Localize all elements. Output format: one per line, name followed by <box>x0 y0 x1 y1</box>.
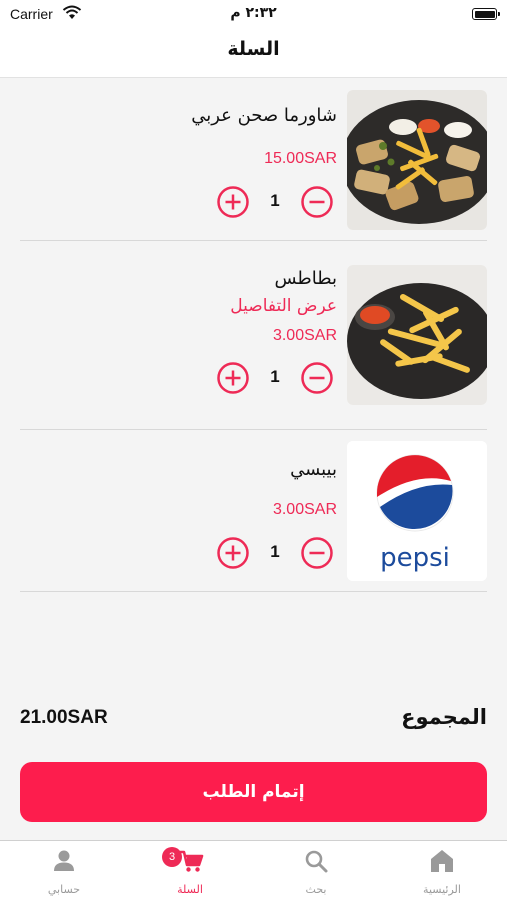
plus-icon[interactable] <box>216 361 250 395</box>
quantity-value: 1 <box>270 542 280 561</box>
item-price: 3.00SAR <box>272 327 337 344</box>
quantity-value: 1 <box>270 191 280 210</box>
minus-icon[interactable] <box>300 536 334 570</box>
tab-search[interactable]: بحث <box>253 841 379 900</box>
cart-item: شاورما صحن عربي 15.00SAR 1 <box>20 79 487 241</box>
item-name: شاورما صحن عربي <box>191 105 337 126</box>
cart-icon <box>180 850 204 872</box>
fries-image <box>347 265 487 405</box>
navigation-bar: السلة <box>0 28 507 78</box>
item-price: 3.00SAR <box>272 501 337 518</box>
minus-icon[interactable] <box>300 185 334 219</box>
tab-label: السلة <box>177 883 203 896</box>
tab-account[interactable]: حسابي <box>1 841 127 900</box>
total-row: المجموع 21.00SAR <box>20 703 487 739</box>
quantity-stepper: 1 <box>216 536 334 570</box>
quantity-value: 1 <box>270 367 280 386</box>
cart-item: pepsi بيبسي 3.00SAR 1 <box>20 430 487 592</box>
clock: ٢:٣٢ م <box>230 5 277 21</box>
item-price: 15.00SAR <box>264 150 337 167</box>
quantity-stepper: 1 <box>216 361 334 395</box>
tab-home[interactable]: الرئيسية <box>379 841 505 900</box>
total-value: 21.00SAR <box>20 707 108 728</box>
home-icon <box>431 850 453 872</box>
cart-item: بطاطس عرض التفاصيل 3.00SAR 1 <box>20 241 487 430</box>
tab-cart[interactable]: 3 السلة <box>127 841 253 900</box>
cart-count-badge: 3 <box>162 847 182 867</box>
quantity-stepper: 1 <box>216 185 334 219</box>
view-details-link[interactable]: عرض التفاصيل <box>230 296 337 316</box>
battery-icon <box>472 8 500 20</box>
plus-icon[interactable] <box>216 185 250 219</box>
item-name: بيبسي <box>290 459 337 480</box>
tab-label: الرئيسية <box>423 883 461 896</box>
person-icon <box>54 850 74 871</box>
item-info: بطاطس عرض التفاصيل 3.00SAR <box>20 241 337 429</box>
minus-icon[interactable] <box>300 361 334 395</box>
checkout-button[interactable]: إتمام الطلب <box>20 762 487 822</box>
page-title: السلة <box>227 38 280 60</box>
item-name: بطاطس <box>274 268 337 289</box>
plus-icon[interactable] <box>216 536 250 570</box>
tab-bar: حسابي 3 السلة بحث الرئيسية <box>0 840 507 900</box>
tab-label: بحث <box>305 883 327 896</box>
shawarma-plate-image <box>347 90 487 230</box>
total-label: المجموع <box>401 705 487 729</box>
pepsi-logo-image: pepsi <box>347 441 487 581</box>
search-icon <box>305 850 328 873</box>
pepsi-logo-text: pepsi <box>380 543 450 573</box>
tab-label: حسابي <box>47 883 81 896</box>
cart-list: شاورما صحن عربي 15.00SAR 1 بطاطس عرض الت… <box>20 79 487 592</box>
status-bar: Carrier ٢:٣٢ م <box>0 0 507 28</box>
